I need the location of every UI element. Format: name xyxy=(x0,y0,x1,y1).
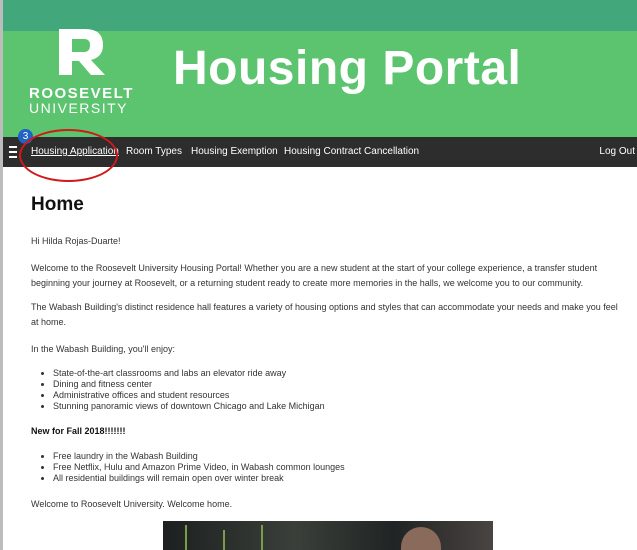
page-title: Home xyxy=(31,194,84,215)
roosevelt-university-logo[interactable]: ROOSEVELT UNIVERSITY xyxy=(27,29,137,137)
list-item: Free Netflix, Hulu and Amazon Prime Vide… xyxy=(53,462,345,473)
hero-photo xyxy=(163,521,493,550)
greeting-text: Hi Hilda Rojas-Duarte! xyxy=(31,236,121,246)
new-features-list: Free laundry in the Wabash Building Free… xyxy=(31,451,345,484)
list-item: Administrative offices and student resou… xyxy=(53,390,325,401)
closing-text: Welcome to Roosevelt University. Welcome… xyxy=(31,499,233,509)
welcome-paragraph: Welcome to the Roosevelt University Hous… xyxy=(31,263,598,288)
main-content: Home Hi Hilda Rojas-Duarte! Welcome to t… xyxy=(31,192,631,509)
nav-housing-application[interactable]: Housing Application xyxy=(31,146,119,157)
list-item: Dining and fitness center xyxy=(53,379,325,390)
amenities-list: State-of-the-art classrooms and labs an … xyxy=(31,368,325,412)
logo-text-line2: UNIVERSITY xyxy=(29,100,129,116)
list-item: All residential buildings will remain op… xyxy=(53,473,345,484)
logout-link[interactable]: Log Out xyxy=(599,146,635,157)
portal-title: Housing Portal xyxy=(173,42,522,95)
enjoy-intro: In the Wabash Building, you'll enjoy: xyxy=(31,344,175,354)
site-header: ROOSEVELT UNIVERSITY Housing Portal xyxy=(3,29,637,137)
list-item: State-of-the-art classrooms and labs an … xyxy=(53,368,325,379)
list-item: Stunning panoramic views of downtown Chi… xyxy=(53,401,325,412)
nav-room-types[interactable]: Room Types xyxy=(126,146,182,157)
nav-housing-contract-cancellation[interactable]: Housing Contract Cancellation xyxy=(284,146,419,157)
person-figure xyxy=(401,527,441,550)
main-navbar: 3 Housing Application Room Types Housing… xyxy=(3,129,637,167)
list-item: Free laundry in the Wabash Building xyxy=(53,451,345,462)
notification-badge: 3 xyxy=(18,129,33,144)
menu-icon[interactable] xyxy=(9,146,17,158)
nav-housing-exemption[interactable]: Housing Exemption xyxy=(191,146,278,157)
wabash-paragraph: The Wabash Building's distinct residence… xyxy=(31,302,618,327)
r-logo-icon xyxy=(59,29,105,75)
new-for-fall-heading: New for Fall 2018!!!!!!! xyxy=(31,426,126,436)
